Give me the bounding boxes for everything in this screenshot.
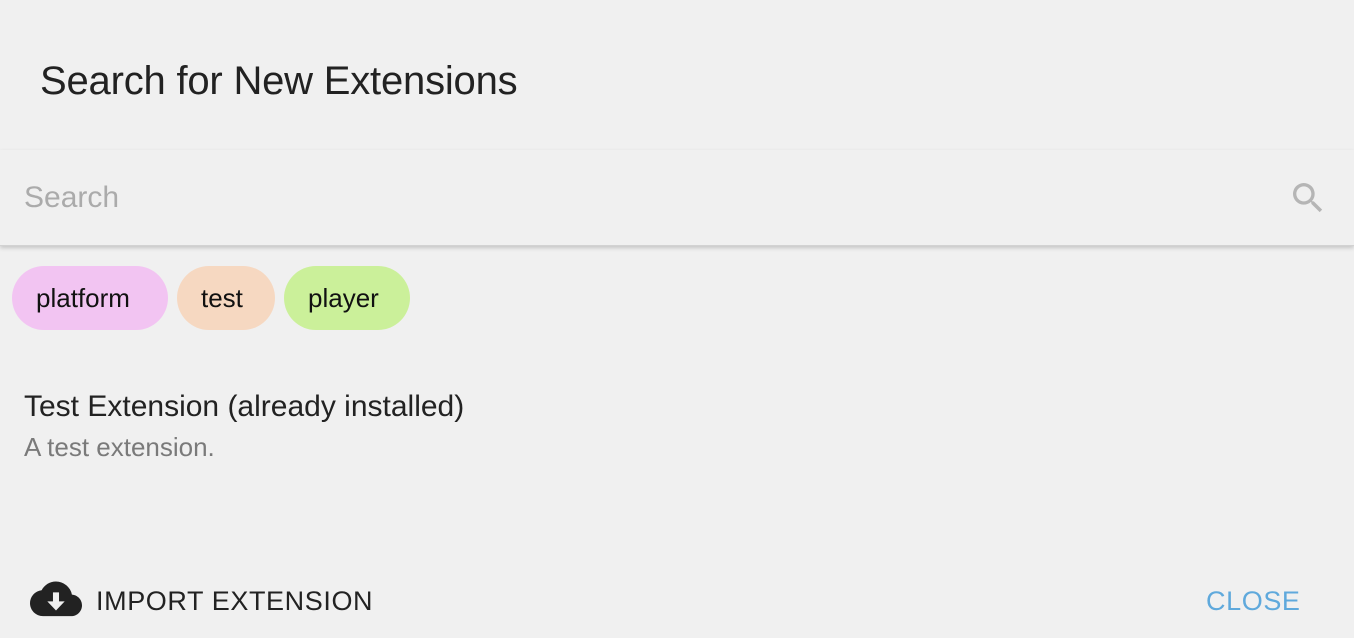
tag-chip-label: platform [36,282,130,313]
dialog-title: Search for New Extensions [40,59,518,103]
tag-chip-label: test [201,282,243,313]
tag-list: platform test player [12,266,410,330]
cloud-download-icon [30,581,82,617]
close-button[interactable]: CLOSE [1206,581,1301,621]
extension-description: A test extension. [24,432,215,462]
tag-chip-platform[interactable]: platform [12,266,168,330]
tag-chip-test[interactable]: test [177,266,275,330]
import-extension-button[interactable]: IMPORT EXTENSION [30,578,373,624]
search-input[interactable] [24,176,1264,220]
import-extension-label: IMPORT EXTENSION [96,585,374,616]
extension-name: Test Extension (already installed) [24,390,465,423]
extension-list-item[interactable]: Test Extension (already installed) A tes… [24,388,1324,464]
tag-chip-player[interactable]: player [284,266,410,330]
extension-search-dialog: Search for New Extensions platform test … [0,0,1354,638]
search-icon[interactable] [1288,178,1328,218]
search-bar [0,150,1354,246]
tag-chip-label: player [308,282,379,313]
